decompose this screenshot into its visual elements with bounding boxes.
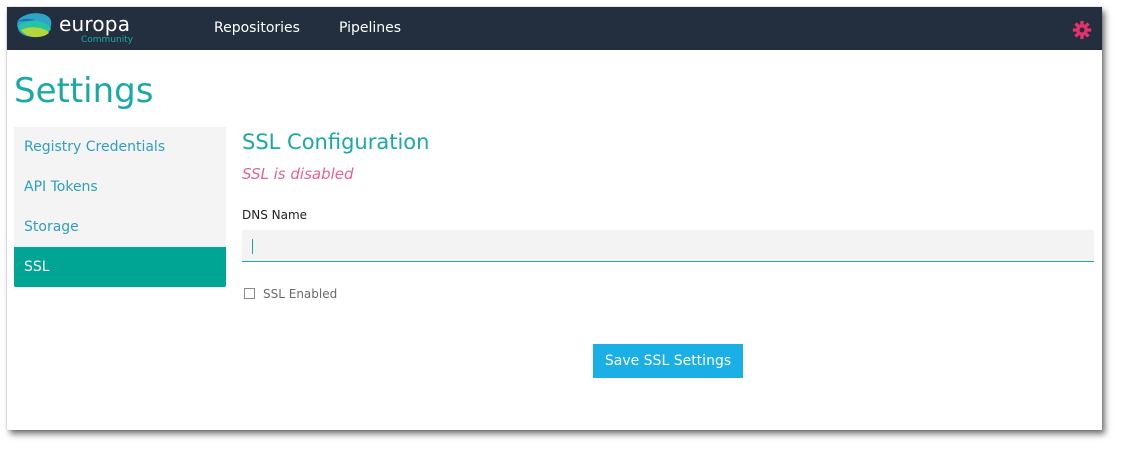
ssl-status-text: SSL is disabled	[242, 165, 354, 183]
nav-pipelines-link[interactable]: Pipelines	[339, 7, 401, 50]
europa-logo-icon	[17, 13, 52, 38]
settings-sidebar: Registry Credentials API Tokens Storage …	[14, 127, 226, 287]
ssl-enabled-checkbox[interactable]	[244, 288, 255, 299]
brand-edition: Community	[81, 35, 134, 45]
text-cursor	[252, 239, 253, 254]
brand-name: europa	[59, 12, 131, 36]
app-window: europa Community Repositories Pipelines …	[7, 7, 1102, 430]
dns-name-label: DNS Name	[242, 208, 308, 222]
ssl-enabled-label: SSL Enabled	[263, 287, 338, 301]
gear-icon[interactable]	[1072, 20, 1092, 40]
save-ssl-settings-button[interactable]: Save SSL Settings	[593, 344, 743, 378]
section-title: SSL Configuration	[242, 130, 430, 154]
brand-logo[interactable]: europa Community	[15, 10, 135, 46]
sidebar-item-storage[interactable]: Storage	[14, 207, 226, 247]
nav-repositories-link[interactable]: Repositories	[214, 7, 300, 50]
page-title: Settings	[14, 71, 154, 111]
top-navbar: europa Community Repositories Pipelines	[7, 7, 1102, 50]
sidebar-item-api-tokens[interactable]: API Tokens	[14, 167, 226, 207]
dns-name-input[interactable]	[242, 230, 1094, 262]
sidebar-item-registry-credentials[interactable]: Registry Credentials	[14, 127, 226, 167]
sidebar-item-ssl[interactable]: SSL	[14, 247, 226, 287]
